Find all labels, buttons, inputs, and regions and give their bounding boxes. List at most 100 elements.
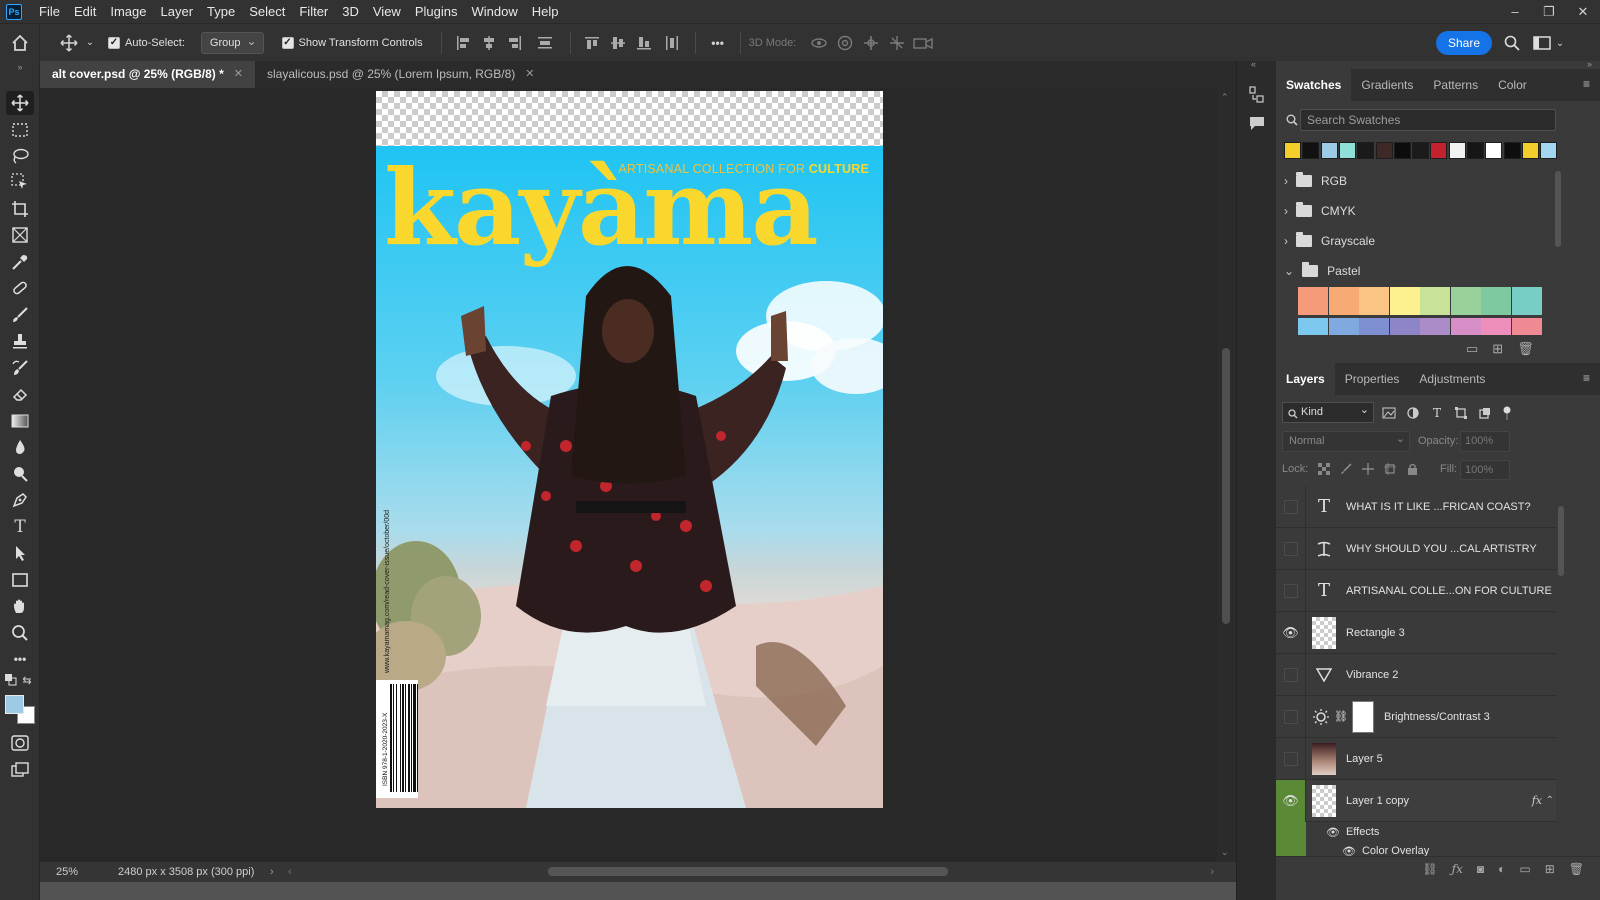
menu-view[interactable]: View xyxy=(366,0,408,23)
search-icon[interactable] xyxy=(1498,24,1526,62)
move-tool-icon[interactable] xyxy=(6,91,34,115)
canvas-area[interactable]: kayàma ARTISANAL COLLECTION FOR CULTURE … xyxy=(40,88,1223,862)
share-button[interactable]: Share xyxy=(1435,31,1492,55)
history-icon[interactable] xyxy=(1245,83,1269,107)
layer-row[interactable]: ⛓ Brightness/Contrast 3 xyxy=(1276,695,1556,738)
lock-position-icon[interactable] xyxy=(1360,460,1376,478)
menu-edit[interactable]: Edit xyxy=(67,0,103,23)
chevron-right-icon[interactable]: › xyxy=(1284,234,1288,248)
menu-help[interactable]: Help xyxy=(525,0,566,23)
eraser-tool-icon[interactable] xyxy=(6,382,34,406)
rectangle-tool-icon[interactable] xyxy=(6,568,34,592)
delete-swatch-icon[interactable]: 🗑 xyxy=(1517,341,1534,357)
pastel-swatch[interactable] xyxy=(1328,318,1359,335)
foreground-color-swatch[interactable] xyxy=(5,695,24,714)
restore-button[interactable]: ❐ xyxy=(1532,0,1566,23)
collapse-panels-icon[interactable]: » xyxy=(1587,59,1592,69)
pastel-swatch[interactable] xyxy=(1481,318,1511,335)
menu-filter[interactable]: Filter xyxy=(292,0,335,23)
pastel-swatch[interactable] xyxy=(1359,287,1389,315)
home-icon[interactable] xyxy=(0,23,40,62)
layer-name[interactable]: Vibrance 2 xyxy=(1346,669,1398,681)
new-group-folder-icon[interactable]: ▭ xyxy=(1466,341,1478,357)
more-options-icon[interactable]: ••• xyxy=(704,24,732,62)
scroll-up-icon[interactable]: ⌃ xyxy=(1221,92,1229,103)
color-swatch[interactable] xyxy=(1467,142,1484,159)
color-swatch[interactable] xyxy=(1503,142,1521,159)
menu-3d[interactable]: 3D xyxy=(335,0,366,23)
filter-adjustment-icon[interactable] xyxy=(1404,402,1422,423)
color-swatch[interactable] xyxy=(1338,142,1356,159)
color-swatch[interactable] xyxy=(1357,142,1375,159)
layer-name[interactable]: Rectangle 3 xyxy=(1346,627,1405,639)
eyedropper-tool-icon[interactable] xyxy=(6,250,34,274)
minimize-button[interactable]: – xyxy=(1498,0,1532,23)
fill-input[interactable]: 100% xyxy=(1460,460,1510,480)
object-select-tool-icon[interactable] xyxy=(6,170,34,194)
lock-artboard-icon[interactable] xyxy=(1382,460,1398,478)
visibility-toggle[interactable] xyxy=(1276,569,1306,612)
collapse-strip-icon[interactable]: « xyxy=(1251,59,1256,69)
filter-shape-icon[interactable] xyxy=(1452,402,1470,423)
tab-color[interactable]: Color xyxy=(1488,69,1537,101)
pastel-swatch[interactable] xyxy=(1298,287,1328,315)
swap-colors-icon[interactable]: ⇆ xyxy=(20,673,34,687)
layer-name[interactable]: Layer 5 xyxy=(1346,753,1383,765)
3d-pan-icon[interactable] xyxy=(858,24,884,62)
new-group-icon[interactable]: ▭ xyxy=(1519,862,1530,876)
chevron-right-icon[interactable]: › xyxy=(1284,204,1288,218)
healing-brush-tool-icon[interactable] xyxy=(6,276,34,300)
document-canvas[interactable]: kayàma ARTISANAL COLLECTION FOR CULTURE … xyxy=(376,91,883,808)
tab-gradients[interactable]: Gradients xyxy=(1351,69,1423,101)
panel-menu-icon[interactable]: ≡ xyxy=(1583,77,1590,91)
layer-name[interactable]: Brightness/Contrast 3 xyxy=(1384,711,1490,723)
layer-row[interactable]: WHY SHOULD YOU ...CAL ARTISTRY xyxy=(1276,527,1556,570)
document-tab[interactable]: alt cover.psd @ 25% (RGB/8) * ✕ xyxy=(40,61,255,88)
swatch-group-pastel[interactable]: ⌄ Pastel xyxy=(1284,256,1554,286)
layer-name[interactable]: ARTISANAL COLLE...ON FOR CULTURE xyxy=(1346,585,1552,597)
hand-tool-icon[interactable] xyxy=(6,594,34,618)
visibility-toggle[interactable] xyxy=(1276,485,1306,528)
layer-row[interactable]: T WHAT IS IT LIKE ...FRICAN COAST? xyxy=(1276,485,1556,528)
distribute-horizontal-icon[interactable] xyxy=(657,24,687,62)
filter-toggle-icon[interactable] xyxy=(1500,402,1514,423)
lock-pixels-icon[interactable] xyxy=(1338,460,1354,478)
lock-transparent-icon[interactable] xyxy=(1316,460,1332,478)
filter-smart-object-icon[interactable] xyxy=(1476,402,1494,423)
quick-mask-icon[interactable] xyxy=(6,731,34,755)
tab-layers[interactable]: Layers xyxy=(1276,363,1335,395)
comments-icon[interactable] xyxy=(1245,111,1269,135)
marquee-tool-icon[interactable] xyxy=(6,118,34,142)
color-swatch[interactable] xyxy=(1320,142,1338,159)
delete-layer-icon[interactable]: 🗑 xyxy=(1569,862,1584,876)
filter-type-icon[interactable]: T xyxy=(1428,402,1446,423)
distribute-vertical-icon[interactable] xyxy=(528,24,562,62)
layer-row[interactable]: Layer 5 xyxy=(1276,737,1556,780)
align-right-icon[interactable] xyxy=(502,24,528,62)
panel-menu-icon[interactable]: ≡ xyxy=(1583,371,1590,385)
layer-filter-dropdown[interactable]: Kind ⌄ xyxy=(1282,402,1374,423)
color-swatch[interactable] xyxy=(1412,142,1430,159)
3d-slide-icon[interactable] xyxy=(884,24,910,62)
crop-tool-icon[interactable] xyxy=(6,197,34,221)
workspace-icon[interactable] xyxy=(1528,24,1556,62)
pastel-swatch[interactable] xyxy=(1420,287,1450,315)
zoom-tool-icon[interactable] xyxy=(6,621,34,645)
add-mask-icon[interactable]: ◙ xyxy=(1477,862,1484,876)
vertical-scroll-thumb[interactable] xyxy=(1222,348,1230,624)
scroll-down-icon[interactable]: ⌄ xyxy=(1221,847,1229,858)
show-transform-checkbox[interactable]: ✓ xyxy=(281,36,294,49)
align-bottom-icon[interactable] xyxy=(631,24,657,62)
layer-row-selected[interactable]: 👁 Layer 1 copy fx ⌃ xyxy=(1276,779,1556,822)
move-tool-icon[interactable] xyxy=(54,24,84,62)
add-style-icon[interactable]: ƒx xyxy=(1452,862,1463,876)
close-tab-icon[interactable]: ✕ xyxy=(234,61,243,88)
swatch-group-grayscale[interactable]: › Grayscale xyxy=(1284,226,1554,256)
visibility-toggle[interactable]: 👁 xyxy=(1276,779,1306,822)
menu-plugins[interactable]: Plugins xyxy=(408,0,465,23)
tab-swatches[interactable]: Swatches xyxy=(1276,69,1352,101)
swatch-group-cmyk[interactable]: › CMYK xyxy=(1284,196,1554,226)
pastel-swatch[interactable] xyxy=(1511,318,1542,335)
align-center-icon[interactable] xyxy=(476,24,502,62)
history-brush-tool-icon[interactable] xyxy=(6,356,34,380)
